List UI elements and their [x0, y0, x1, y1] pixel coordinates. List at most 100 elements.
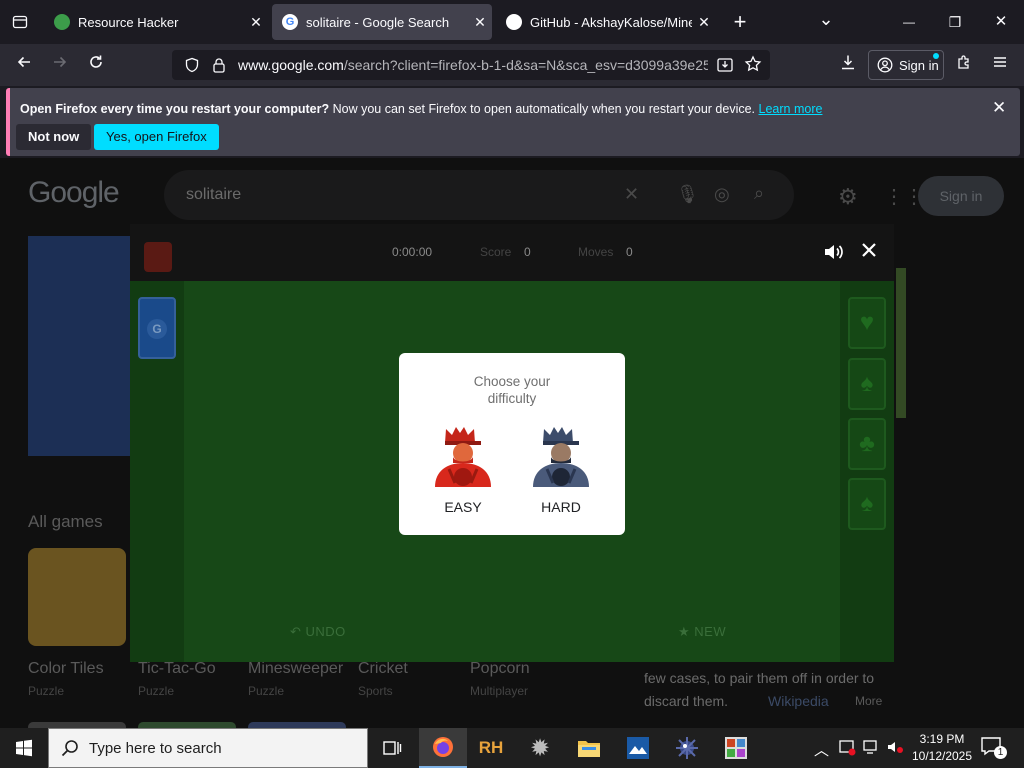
- taskbar-search-box[interactable]: Type here to search: [48, 728, 368, 768]
- navigation-toolbar: www.google.com/search?client=firefox-b-1…: [0, 44, 1024, 86]
- lock-icon[interactable]: [212, 57, 226, 78]
- game-category: Puzzle: [28, 684, 65, 698]
- spade-foundation-icon[interactable]: ♠: [848, 478, 886, 530]
- taskbar-resource-hacker[interactable]: RH: [467, 728, 515, 768]
- color-tiles-thumbnail[interactable]: [28, 548, 126, 646]
- volume-muted-icon[interactable]: [886, 738, 904, 761]
- game-name[interactable]: Popcorn: [470, 660, 530, 678]
- score-value: 0: [524, 245, 531, 259]
- taskbar-settings[interactable]: ✹: [516, 728, 564, 768]
- not-now-button[interactable]: Not now: [16, 124, 92, 150]
- app-grid-icon: [725, 737, 747, 759]
- forward-button[interactable]: [44, 49, 76, 81]
- taskbar-file-explorer[interactable]: [565, 728, 613, 768]
- king-avatar-icon[interactable]: [144, 242, 172, 272]
- settings-gear-icon[interactable]: ⚙: [838, 184, 858, 210]
- action-center-button[interactable]: 1: [980, 736, 1007, 760]
- club-foundation-icon[interactable]: ♣: [848, 418, 886, 470]
- bookmark-star-icon[interactable]: [744, 55, 762, 78]
- new-tab-button[interactable]: +: [724, 0, 756, 44]
- microphone-icon[interactable]: 🎙: [676, 184, 699, 205]
- url-text[interactable]: www.google.com/search?client=firefox-b-1…: [238, 57, 708, 73]
- network-icon[interactable]: [862, 738, 880, 761]
- app-menu-button[interactable]: [984, 49, 1016, 81]
- snippet-line: few cases, to pair them off in order to: [644, 670, 875, 686]
- account-icon: [877, 57, 893, 76]
- tab-github[interactable]: GitHub - AkshayKalose/Minesw ✕: [496, 4, 716, 40]
- difficulty-dialog: Choose your difficulty EASY HARD: [399, 353, 625, 535]
- foundation-column: ♥ ♠ ♣ ♠: [840, 281, 894, 662]
- task-view-button[interactable]: [368, 728, 416, 768]
- game-category: Puzzle: [138, 684, 175, 698]
- game-name[interactable]: Minesweeper: [248, 660, 343, 678]
- back-arrow-icon: [17, 56, 30, 68]
- new-game-button[interactable]: ★ NEW: [678, 624, 726, 640]
- downloads-button[interactable]: [832, 49, 864, 81]
- puzzle-piece-icon: [958, 55, 969, 69]
- undo-button[interactable]: ↶ UNDO: [290, 624, 346, 640]
- google-card-back-icon: G: [147, 319, 167, 339]
- search-query: solitaire: [186, 186, 242, 203]
- google-logo[interactable]: Google: [28, 176, 120, 210]
- reload-button[interactable]: [80, 49, 112, 81]
- account-sign-in-button[interactable]: Sign in: [868, 50, 944, 80]
- tab-resource-hacker[interactable]: Resource Hacker ✕: [44, 4, 268, 40]
- start-button[interactable]: [0, 728, 48, 768]
- solitaire-banner-image: [28, 236, 132, 456]
- heart-foundation-icon[interactable]: ♥: [848, 297, 886, 349]
- url-bar[interactable]: www.google.com/search?client=firefox-b-1…: [172, 50, 770, 80]
- back-button[interactable]: [8, 49, 40, 81]
- hard-difficulty-button[interactable]: HARD: [521, 425, 601, 521]
- easy-difficulty-button[interactable]: EASY: [423, 425, 503, 521]
- taskbar-app-grid[interactable]: [712, 728, 760, 768]
- volume-icon[interactable]: [822, 241, 844, 268]
- minimize-button[interactable]: —: [892, 0, 926, 44]
- hamburger-menu-icon: [994, 57, 1006, 67]
- notification-question: Open Firefox every time you restart your…: [20, 102, 330, 116]
- google-search-box[interactable]: solitaire ✕ 🎙 ◎ ⌕: [164, 170, 794, 220]
- stock-pile-card[interactable]: G: [138, 297, 176, 359]
- restore-button[interactable]: ❐: [938, 0, 972, 44]
- close-tab-icon[interactable]: ✕: [692, 14, 716, 31]
- game-name[interactable]: Tic-Tac-Go: [138, 660, 216, 678]
- taskbar-app-blue[interactable]: [614, 728, 662, 768]
- camera-lens-icon[interactable]: ◎: [714, 184, 730, 205]
- security-status-icon[interactable]: [838, 738, 856, 761]
- stock-column: G: [130, 281, 184, 662]
- learn-more-link[interactable]: Learn more: [759, 102, 823, 116]
- tab-solitaire-google-search[interactable]: G solitaire - Google Search ✕: [272, 4, 492, 40]
- tab-title: solitaire - Google Search: [306, 14, 450, 30]
- google-sign-in-button[interactable]: Sign in: [918, 176, 1004, 216]
- close-game-icon[interactable]: [860, 241, 878, 264]
- wikipedia-link[interactable]: Wikipedia: [768, 693, 829, 709]
- close-tab-icon[interactable]: ✕: [468, 14, 492, 31]
- taskbar-clock[interactable]: 3:19 PM 10/12/2025: [910, 731, 974, 765]
- game-name[interactable]: Cricket: [358, 660, 408, 678]
- clear-search-icon[interactable]: ✕: [624, 184, 639, 205]
- close-notification-icon[interactable]: ✕: [992, 98, 1006, 118]
- taskbar-minesweeper[interactable]: [663, 728, 711, 768]
- close-window-button[interactable]: ✕: [984, 0, 1018, 44]
- tab-title: GitHub - AkshayKalose/Minesw: [530, 14, 692, 30]
- yes-open-firefox-button[interactable]: Yes, open Firefox: [94, 124, 219, 150]
- show-hidden-icons-icon[interactable]: ︿: [814, 739, 829, 760]
- spade-foundation-icon[interactable]: ♠: [848, 358, 886, 410]
- search-icon[interactable]: ⌕: [754, 183, 764, 204]
- new-label: NEW: [694, 624, 727, 639]
- close-tab-icon[interactable]: ✕: [244, 14, 268, 31]
- more-button[interactable]: More: [855, 694, 882, 708]
- extensions-button[interactable]: [948, 49, 980, 81]
- notification-count-badge: 1: [994, 746, 1007, 759]
- game-name[interactable]: Color Tiles: [28, 660, 104, 678]
- download-icon: [842, 55, 854, 70]
- all-games-heading: All games: [28, 512, 103, 531]
- firefox-view-icon[interactable]: [4, 0, 36, 44]
- install-page-icon[interactable]: [716, 56, 734, 79]
- undo-icon: ↶: [290, 624, 306, 639]
- tracking-protection-shield-icon[interactable]: [184, 57, 200, 78]
- taskbar-firefox[interactable]: [419, 728, 467, 768]
- undo-label: UNDO: [305, 624, 346, 639]
- notification-dot-icon: [933, 53, 939, 59]
- blue-king-icon: [533, 427, 589, 487]
- list-all-tabs-button[interactable]: ⌄: [810, 0, 842, 38]
